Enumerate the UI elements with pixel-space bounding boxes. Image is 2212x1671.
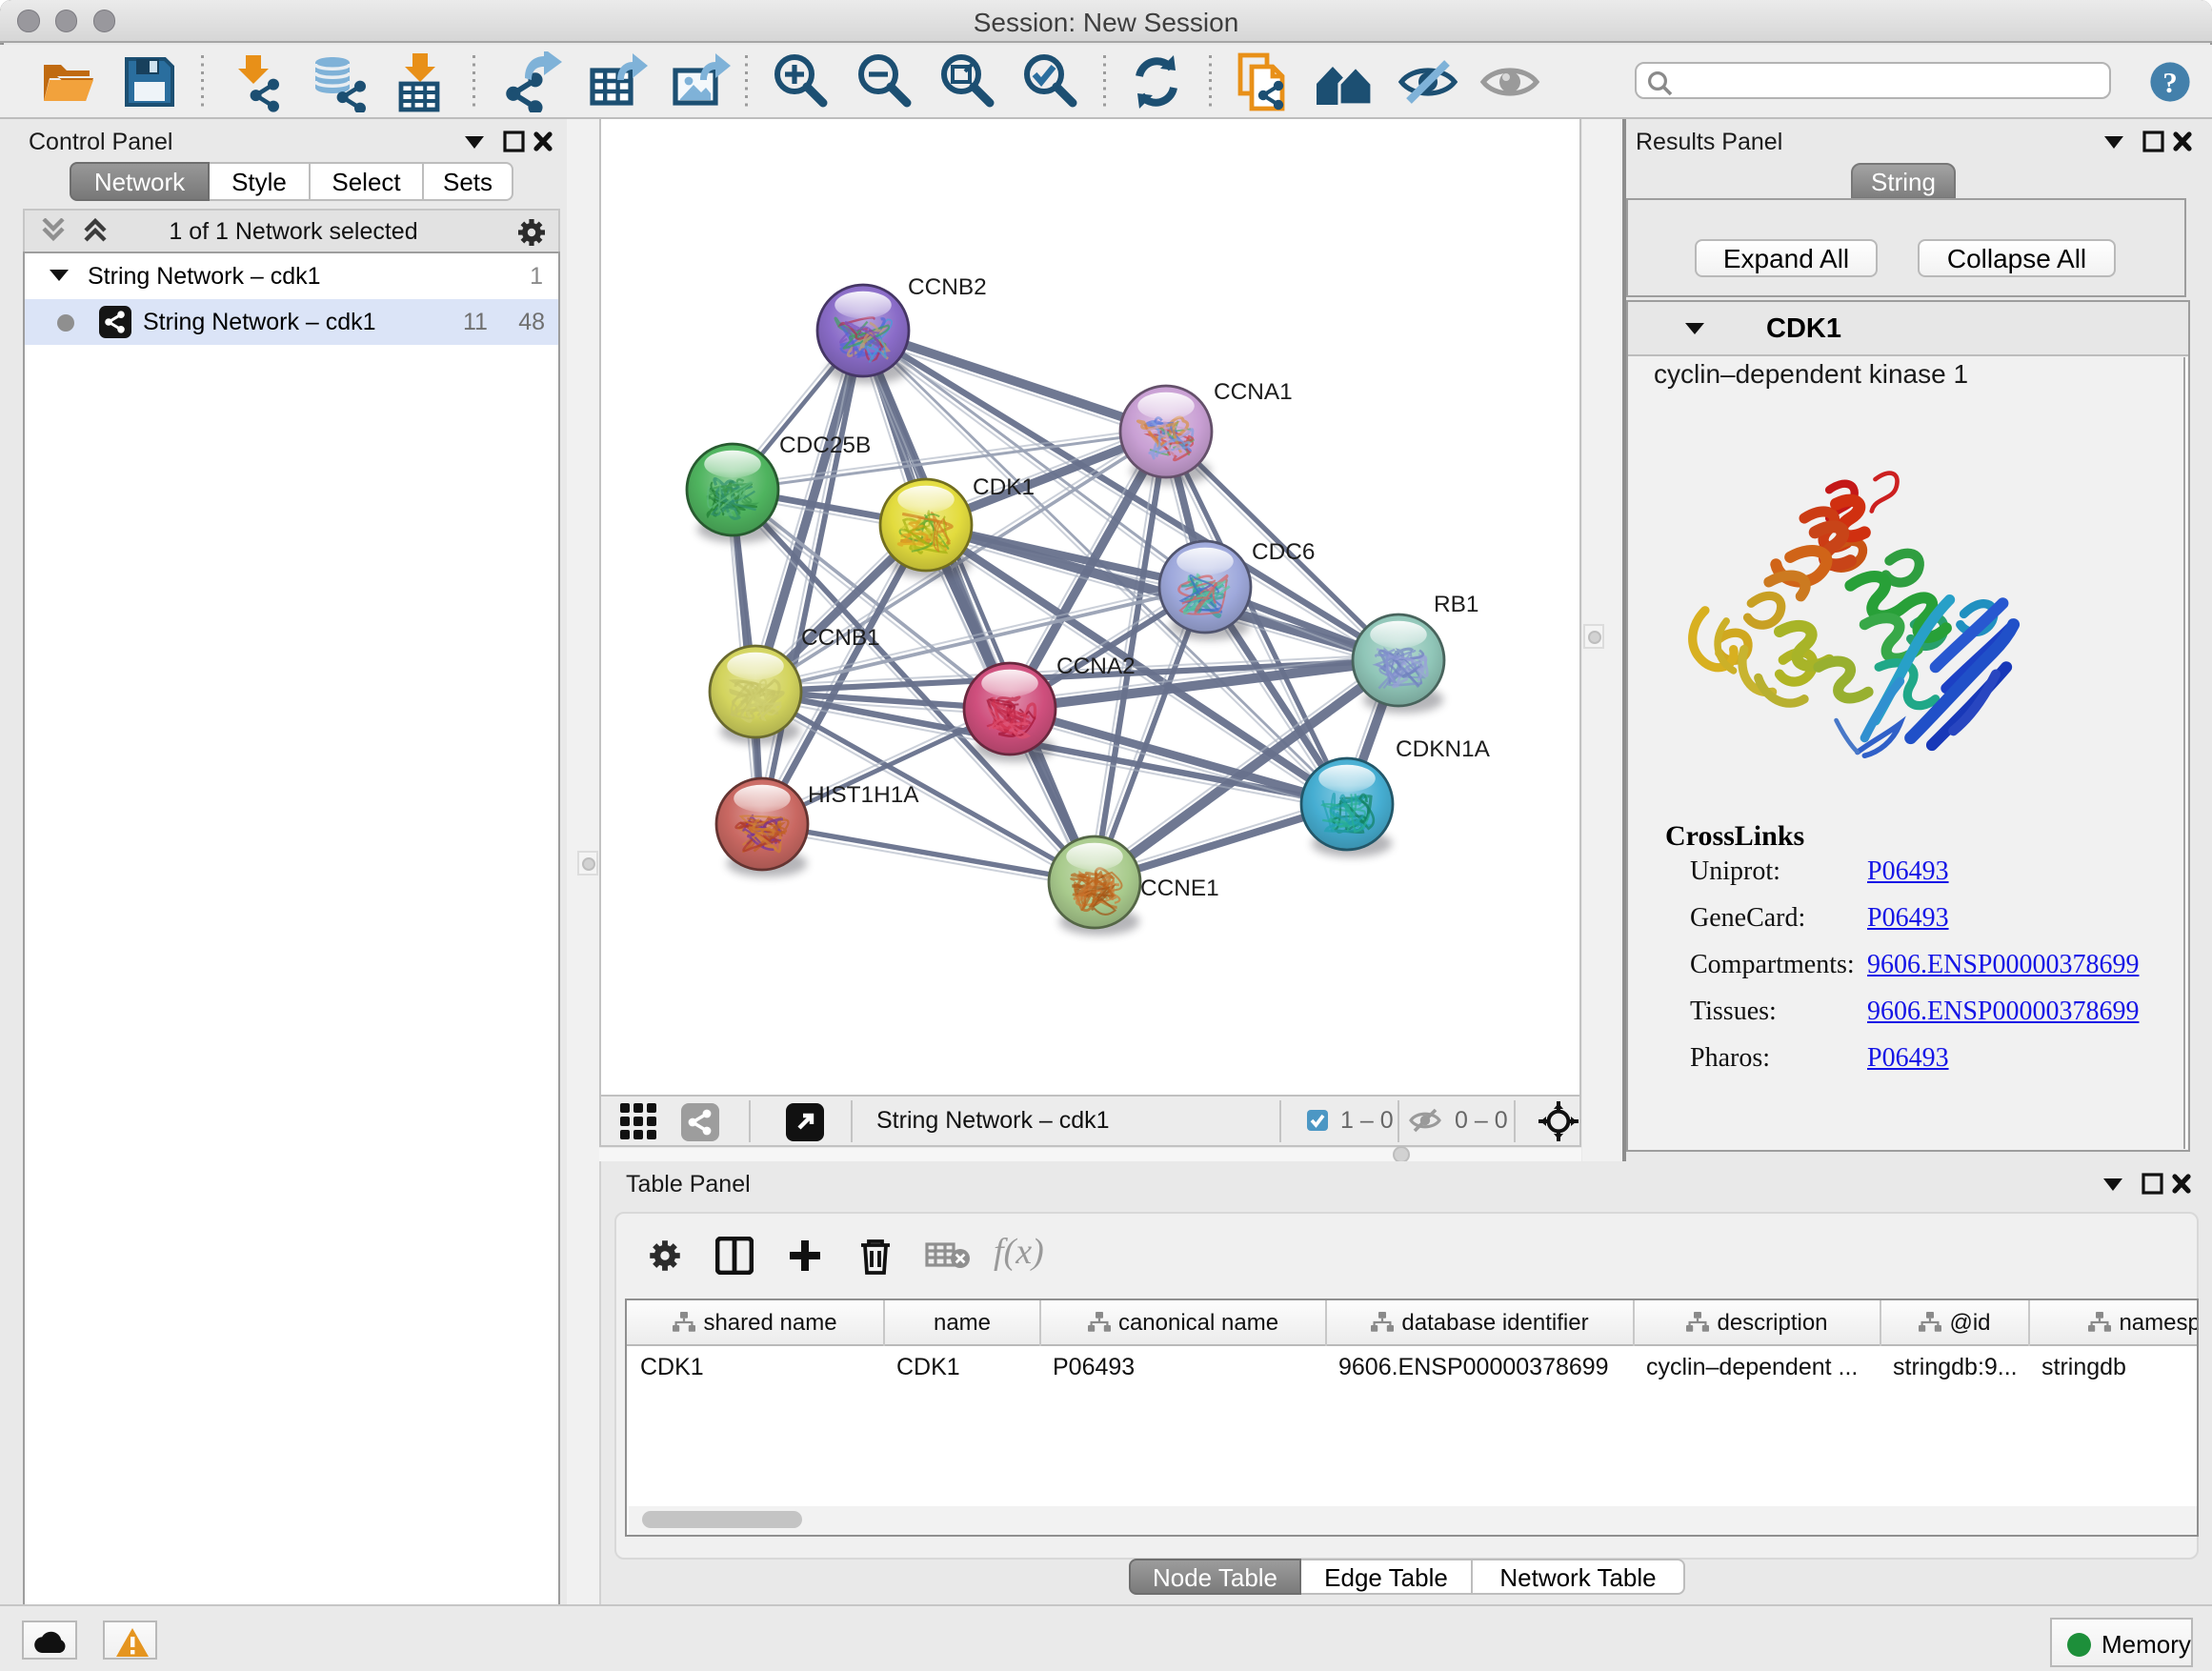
svg-text:CCNB2: CCNB2 xyxy=(908,274,987,300)
svg-text:CDC6: CDC6 xyxy=(1252,539,1315,565)
svg-text:CCNA1: CCNA1 xyxy=(1214,379,1293,405)
svg-text:CDC25B: CDC25B xyxy=(779,433,871,458)
svg-text:RB1: RB1 xyxy=(1434,592,1478,617)
svg-text:CDK1: CDK1 xyxy=(973,474,1035,500)
svg-text:CCNE1: CCNE1 xyxy=(1140,876,1219,901)
svg-text:CDKN1A: CDKN1A xyxy=(1396,736,1491,762)
svg-text:HIST1H1A: HIST1H1A xyxy=(808,782,919,808)
svg-text:?: ? xyxy=(2162,65,2178,98)
svg-text:CCNA2: CCNA2 xyxy=(1056,654,1136,679)
svg-text:CCNB1: CCNB1 xyxy=(801,625,880,651)
